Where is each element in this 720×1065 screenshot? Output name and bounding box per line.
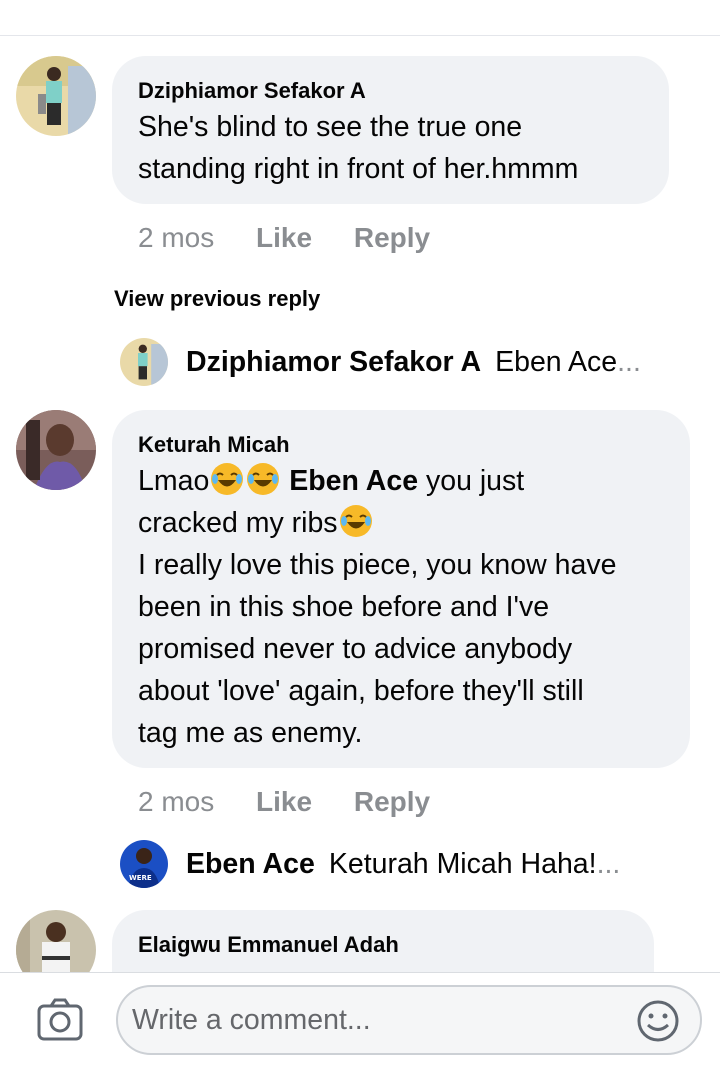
top-bar (0, 0, 720, 36)
comment-line: Lmao Eben Ace you just (138, 460, 678, 502)
reply-text: Eben Ace (495, 345, 618, 378)
avatar-dziphiamor[interactable] (16, 56, 96, 136)
view-previous-reply-link[interactable]: View previous reply (114, 286, 320, 312)
reply-author[interactable]: Eben Ace (186, 848, 315, 881)
reply-button[interactable]: Reply (354, 222, 430, 253)
comment-text-fragment: you just (418, 465, 525, 497)
comment-author[interactable]: Keturah Micah (138, 432, 290, 458)
comment-input[interactable] (132, 999, 622, 1041)
like-button[interactable]: Like (256, 222, 312, 253)
avatar-badge-text: WERE (129, 874, 152, 882)
laughing-emoji-icon (247, 463, 280, 495)
avatar-dziphiamor-small[interactable] (120, 338, 168, 386)
reply-preview[interactable]: Dziphiamor Sefakor A Eben Ace ... (120, 338, 680, 386)
comment-text: She's blind to see the true one standing… (138, 106, 578, 190)
avatar-keturah[interactable] (16, 410, 96, 490)
reply-text: Keturah Micah Haha! (328, 847, 597, 880)
reply-ellipsis: ... (617, 345, 641, 378)
like-button[interactable]: Like (256, 786, 312, 817)
avatar-image (120, 338, 168, 386)
reply-author[interactable]: Dziphiamor Sefakor A (186, 346, 481, 379)
comment-timestamp[interactable]: 2 mos (138, 222, 214, 253)
reply-ellipsis: ... (596, 847, 621, 880)
comment-author[interactable]: Dziphiamor Sefakor A (138, 78, 366, 104)
mention-link[interactable]: Eben Ace (289, 465, 418, 497)
avatar-image (16, 56, 96, 136)
comment-text-fragment: cracked my ribs (138, 507, 338, 539)
comment-line: I really love this piece, you know have (138, 549, 617, 581)
camera-icon[interactable] (36, 997, 84, 1043)
comment-actions: 2 mos Like Reply (138, 786, 464, 818)
comment-input-box[interactable] (116, 985, 702, 1055)
comment-text-fragment: Lmao (138, 465, 210, 497)
comment-line: tag me as enemy. (138, 717, 363, 749)
avatar-image (16, 410, 96, 490)
reply-preview[interactable]: WERE Eben Ace Keturah Micah Haha! ... (120, 840, 680, 888)
comment-line: She's blind to see the true one (138, 111, 523, 143)
comment-line: about 'love' again, before they'll still (138, 675, 584, 707)
comment-line: standing right in front of her.hmmm (138, 153, 579, 185)
comment-line: cracked my ribs (138, 502, 678, 544)
smiley-icon[interactable] (636, 999, 680, 1043)
laughing-emoji-icon (339, 505, 372, 537)
laughing-emoji-icon (211, 463, 244, 495)
comment-composer (0, 972, 720, 1065)
comment-bubble[interactable]: Dziphiamor Sefakor A She's blind to see … (112, 56, 669, 204)
comment-bubble[interactable]: Keturah Micah Lmao Eben Ace you just cra… (112, 410, 690, 768)
comment-line: been in this shoe before and I've (138, 591, 550, 623)
comment-text: Lmao Eben Ace you just cracked my ribs I… (138, 460, 678, 754)
comment-author[interactable]: Elaigwu Emmanuel Adah (138, 932, 399, 958)
comment-timestamp[interactable]: 2 mos (138, 786, 214, 817)
avatar-image: WERE (120, 840, 168, 888)
avatar-eben-ace[interactable]: WERE (120, 840, 168, 888)
comment-actions: 2 mos Like Reply (138, 222, 464, 254)
reply-button[interactable]: Reply (354, 786, 430, 817)
comment-line: promised never to advice anybody (138, 633, 573, 665)
